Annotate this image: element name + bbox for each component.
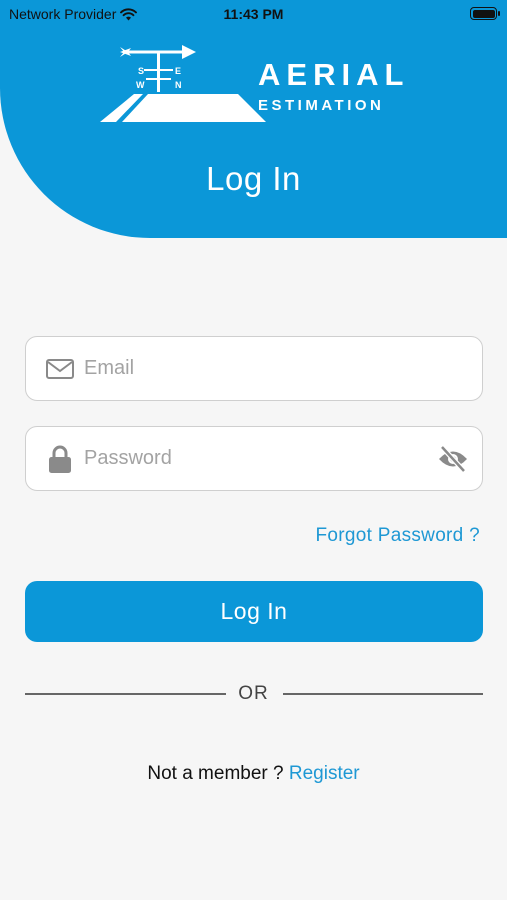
lock-icon	[49, 445, 71, 473]
svg-text:N: N	[175, 80, 182, 90]
brand-logo: S E W N AERIAL ESTIMATION	[98, 44, 418, 126]
mail-icon	[46, 359, 74, 379]
svg-text:S: S	[138, 66, 144, 76]
email-input[interactable]	[84, 337, 424, 400]
svg-text:W: W	[136, 80, 145, 90]
logo-title: AERIAL	[258, 57, 410, 92]
register-prompt: Not a member ?	[147, 763, 284, 784]
password-input[interactable]	[84, 427, 424, 490]
login-button[interactable]: Log In	[25, 581, 483, 642]
status-bar: Network Provider 11:43 PM	[0, 0, 507, 28]
register-link[interactable]: Register	[289, 763, 360, 784]
weathervane-roof-logo: S E W N	[100, 45, 266, 122]
page-title: Log In	[206, 160, 301, 197]
battery-icon	[470, 7, 500, 20]
logo-subtitle: ESTIMATION	[258, 97, 385, 114]
register-row: Not a member ? Register	[0, 763, 507, 785]
forgot-password-link[interactable]: Forgot Password ?	[315, 525, 480, 547]
email-field[interactable]	[25, 336, 483, 401]
eye-off-icon[interactable]	[437, 444, 469, 474]
svg-text:E: E	[175, 66, 181, 76]
password-field[interactable]	[25, 426, 483, 491]
status-time: 11:43 PM	[223, 6, 284, 22]
divider-right	[283, 693, 483, 695]
